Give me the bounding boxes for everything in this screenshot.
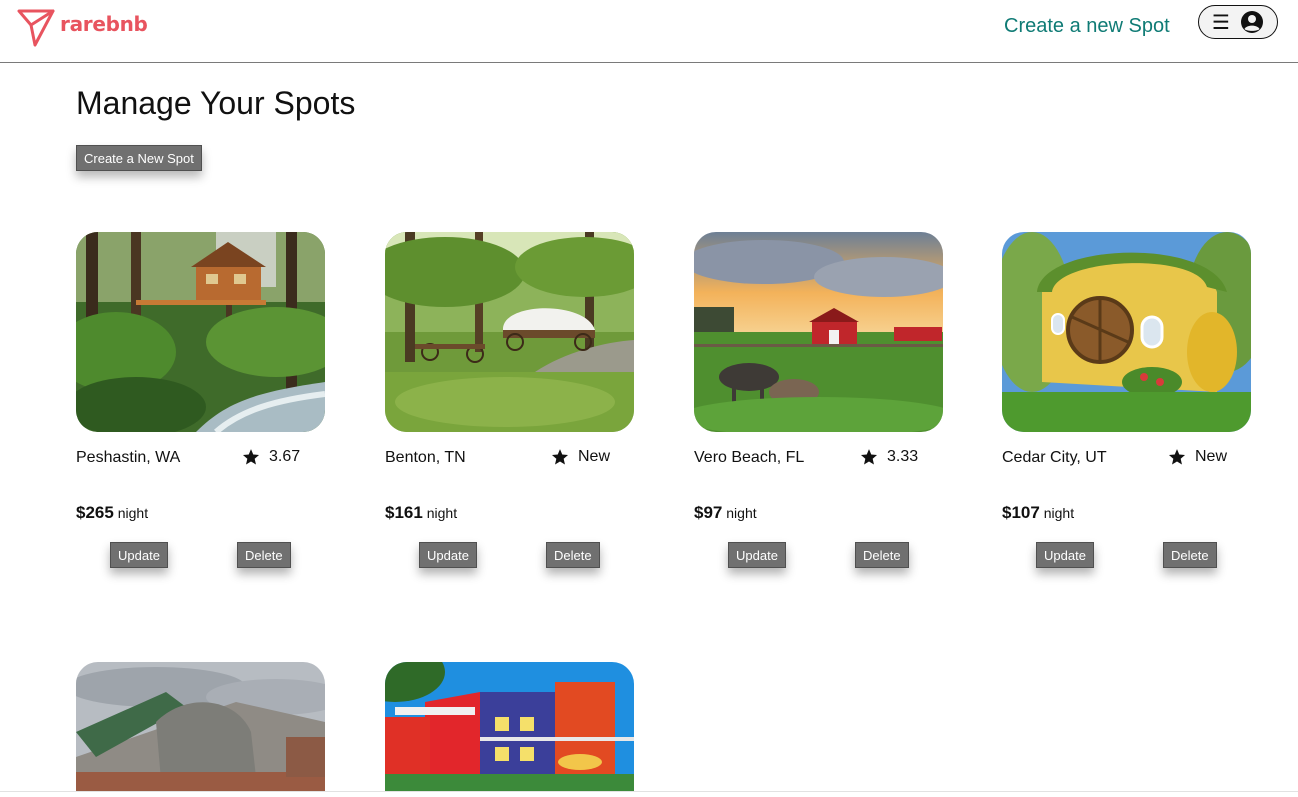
- user-circle-icon: [1240, 11, 1263, 33]
- spot-rating-value: 3.67: [269, 448, 301, 465]
- hamburger-icon: ☰: [1212, 10, 1230, 34]
- star-icon: [242, 449, 260, 465]
- spot-image[interactable]: [1002, 232, 1251, 432]
- spot-price: $97 night: [694, 503, 757, 523]
- spot-location: Vero Beach, FL: [694, 449, 805, 466]
- spot-location: Benton, TN: [385, 449, 466, 466]
- spot-price: $107 night: [1002, 503, 1074, 523]
- update-spot-button[interactable]: Update: [728, 542, 786, 568]
- spot-price: $265 night: [76, 503, 148, 523]
- spot-rating: 3.67: [242, 448, 300, 466]
- spot-price-amount: $97: [694, 503, 723, 522]
- top-nav-bar: rarebnb Create a new Spot ☰: [0, 0, 1298, 63]
- star-icon: [1168, 449, 1186, 465]
- spot-price-amount: $161: [385, 503, 423, 522]
- spot-image[interactable]: [694, 232, 943, 432]
- spot-rating-value: New: [1195, 448, 1228, 465]
- logo[interactable]: rarebnb: [17, 7, 148, 47]
- delete-spot-button[interactable]: Delete: [237, 542, 291, 568]
- spot-rating: 3.33: [860, 448, 918, 466]
- page-title: Manage Your Spots: [76, 85, 356, 121]
- spot-price-unit: night: [426, 505, 458, 521]
- delete-spot-button[interactable]: Delete: [1163, 542, 1217, 568]
- create-new-spot-button[interactable]: Create a New Spot: [76, 145, 202, 171]
- star-icon: [551, 449, 569, 465]
- update-spot-button[interactable]: Update: [110, 542, 168, 568]
- delete-spot-button[interactable]: Delete: [546, 542, 600, 568]
- update-spot-button[interactable]: Update: [419, 542, 477, 568]
- paper-plane-logo-icon: [17, 9, 55, 47]
- star-icon: [860, 449, 878, 465]
- page-bottom-edge: [0, 791, 1298, 797]
- logo-text: rarebnb: [60, 12, 148, 36]
- spot-rating: New: [1168, 448, 1227, 466]
- spot-rating: New: [551, 448, 610, 466]
- delete-spot-button[interactable]: Delete: [855, 542, 909, 568]
- spot-location: Peshastin, WA: [76, 449, 181, 466]
- spot-image[interactable]: [76, 662, 325, 791]
- spot-location: Cedar City, UT: [1002, 449, 1107, 466]
- create-spot-link[interactable]: Create a new Spot: [1004, 15, 1170, 38]
- spot-price-unit: night: [1043, 505, 1075, 521]
- spot-image[interactable]: [385, 232, 634, 432]
- spot-price-unit: night: [726, 505, 757, 521]
- spot-rating-value: 3.33: [887, 448, 919, 465]
- spot-price-unit: night: [117, 505, 149, 521]
- spot-price: $161 night: [385, 503, 457, 523]
- spot-image[interactable]: [76, 232, 325, 432]
- spot-price-amount: $265: [76, 503, 114, 522]
- spot-price-amount: $107: [1002, 503, 1040, 522]
- spot-rating-value: New: [578, 448, 611, 465]
- spot-image[interactable]: [385, 662, 634, 791]
- profile-menu-button[interactable]: ☰: [1198, 5, 1278, 39]
- update-spot-button[interactable]: Update: [1036, 542, 1094, 568]
